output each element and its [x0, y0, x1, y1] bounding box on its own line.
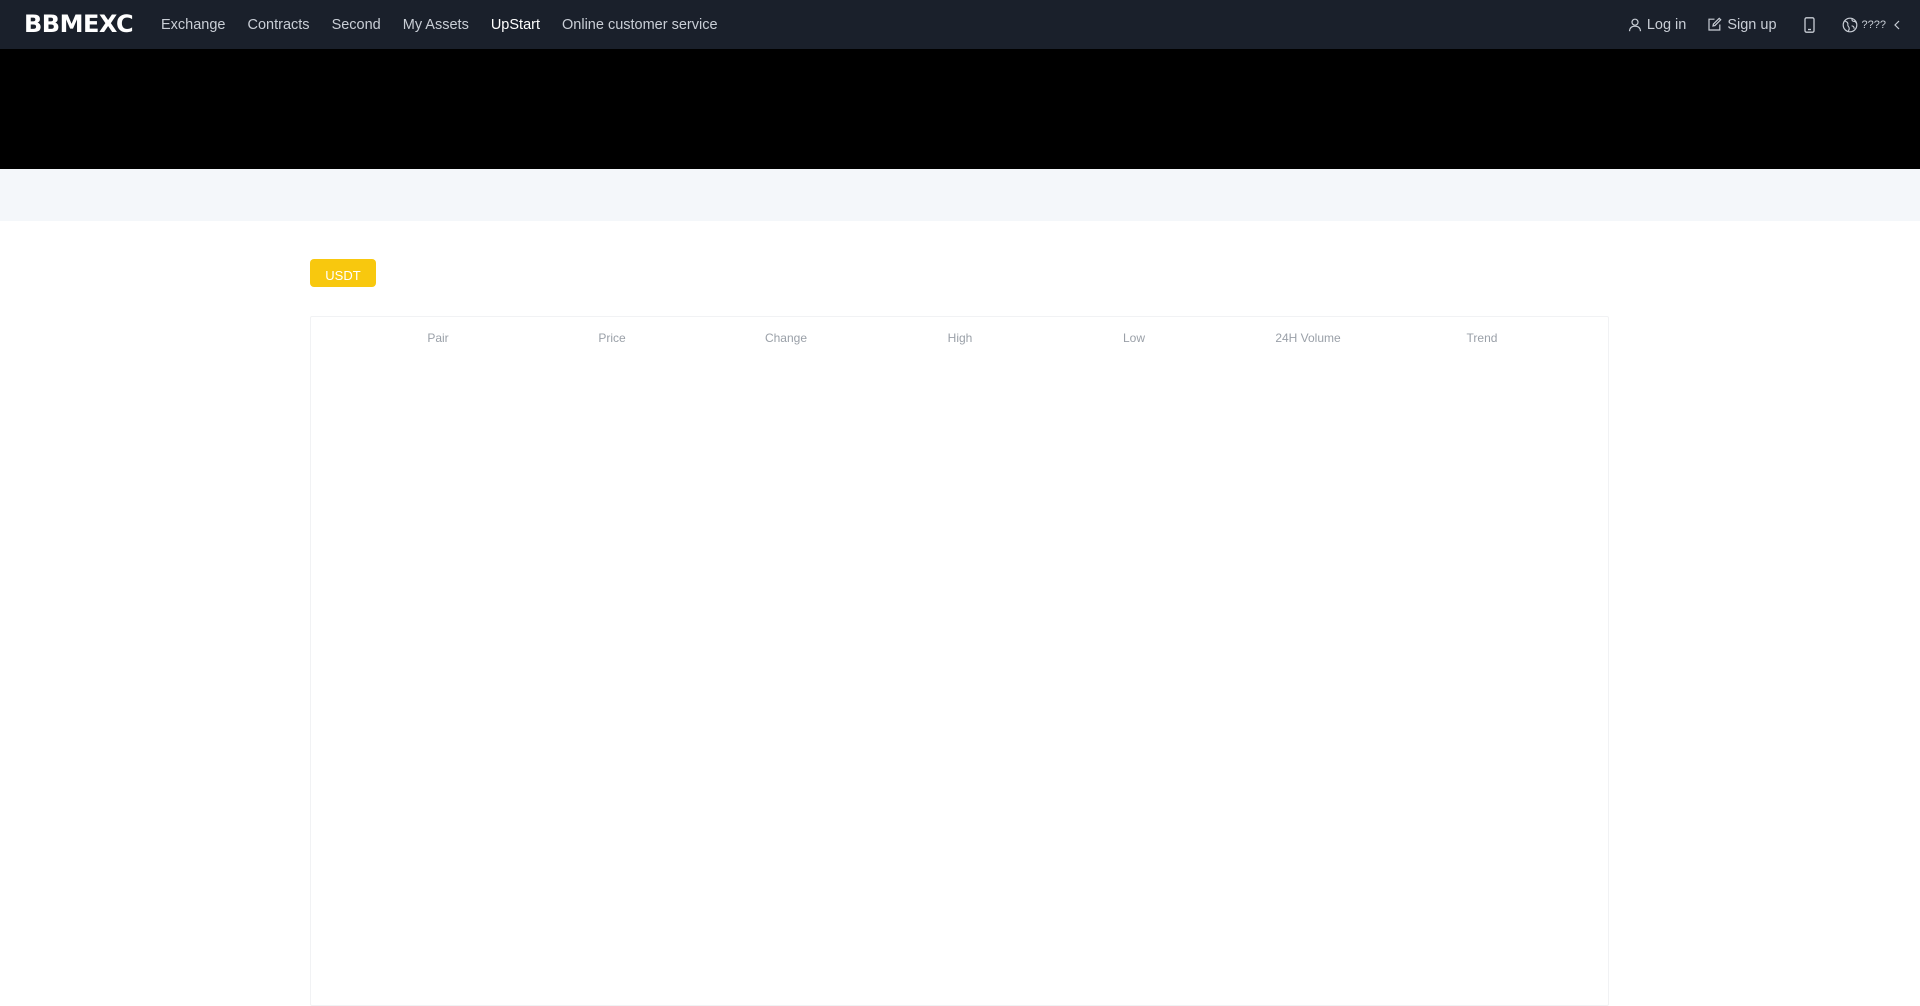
notice-strip — [0, 169, 1920, 221]
nav-contracts[interactable]: Contracts — [248, 17, 310, 33]
globe-icon — [1842, 17, 1858, 33]
column-header-pair: Pair — [427, 331, 449, 345]
column-header-trend: Trend — [1466, 331, 1498, 345]
market-table: Pair Price Change High Low 24H Volume Tr… — [310, 316, 1609, 1006]
column-header-high: High — [947, 331, 973, 345]
login-link[interactable]: Log in — [1628, 16, 1687, 33]
language-selector[interactable]: ???? — [1842, 17, 1900, 33]
language-label: ???? — [1861, 18, 1886, 31]
signup-label: Sign up — [1727, 16, 1777, 33]
main-nav: Exchange Contracts Second My Assets UpSt… — [161, 0, 740, 49]
chevron-left-icon — [1894, 20, 1900, 30]
mobile-app-link[interactable] — [1803, 16, 1815, 33]
brand-logo[interactable]: BBMEXC — [24, 8, 134, 40]
nav-my-assets[interactable]: My Assets — [403, 17, 469, 33]
nav-exchange[interactable]: Exchange — [161, 17, 226, 33]
nav-second[interactable]: Second — [332, 17, 381, 33]
mobile-phone-icon — [1803, 16, 1815, 33]
nav-online-customer-service[interactable]: Online customer service — [562, 17, 718, 33]
signup-link[interactable]: Sign up — [1707, 16, 1777, 33]
market-table-header: Pair Price Change High Low 24H Volume Tr… — [311, 317, 1608, 359]
edit-icon — [1707, 17, 1722, 32]
account-nav: Log in Sign up ???? — [1628, 0, 1920, 49]
market-tab-usdt[interactable]: USDT — [310, 259, 376, 287]
hero-banner — [0, 49, 1920, 169]
top-navigation-bar: BBMEXC Exchange Contracts Second My Asse… — [0, 0, 1920, 49]
user-icon — [1628, 18, 1642, 32]
login-label: Log in — [1646, 16, 1687, 33]
column-header-low: Low — [1122, 331, 1145, 345]
column-header-price: Price — [598, 331, 626, 345]
nav-upstart[interactable]: UpStart — [491, 17, 540, 33]
column-header-change: Change — [764, 331, 808, 345]
column-header-24h-volume: 24H Volume — [1275, 331, 1341, 345]
